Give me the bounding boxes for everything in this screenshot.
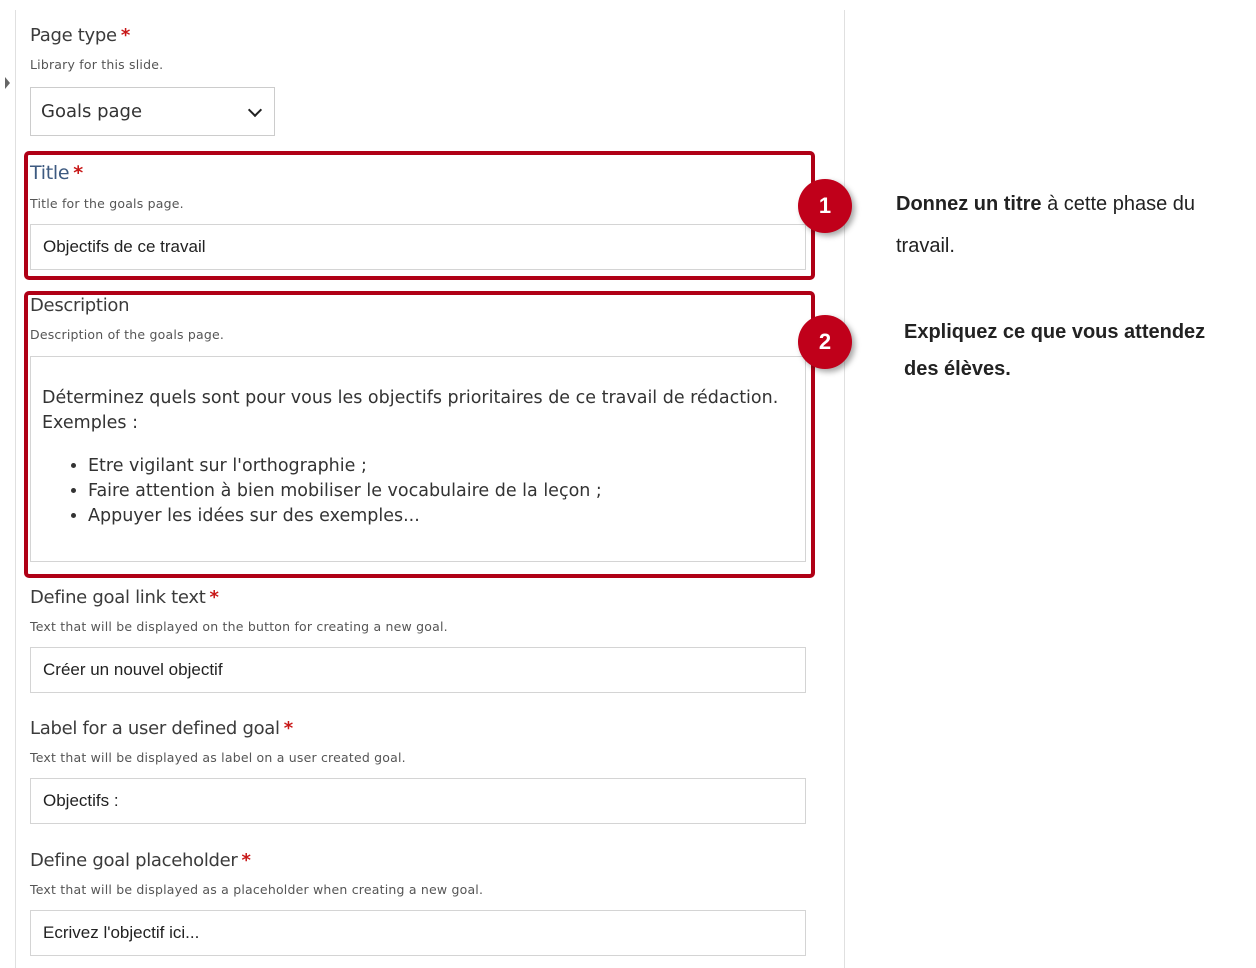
user-goal-label-value: Objectifs : bbox=[43, 791, 119, 810]
required-marker: * bbox=[241, 850, 251, 871]
goal-link-text-label: Define goal link text * bbox=[30, 587, 219, 608]
required-marker: * bbox=[283, 718, 293, 739]
step-1-text-line2: travail. bbox=[896, 235, 955, 257]
page-type-select[interactable]: Goals page bbox=[30, 87, 275, 136]
step-2-text-line2: des élèves. bbox=[904, 358, 1011, 380]
page-type-label: Page type * bbox=[30, 25, 130, 46]
step-2-annotation: Expliquez ce que vous attendez des élève… bbox=[904, 317, 1256, 384]
caret-right-icon[interactable] bbox=[5, 77, 10, 89]
user-goal-label-text: Label for a user defined goal bbox=[30, 718, 280, 739]
goal-placeholder-label-text: Define goal placeholder bbox=[30, 850, 238, 871]
page-type-description: Library for this slide. bbox=[30, 57, 164, 72]
goal-link-text-value: Créer un nouvel objectif bbox=[43, 660, 223, 679]
required-marker: * bbox=[120, 25, 130, 46]
description-highlight-box bbox=[24, 291, 815, 578]
user-goal-label-input[interactable]: Objectifs : bbox=[30, 778, 806, 824]
page-type-selected: Goals page bbox=[41, 101, 143, 122]
step-2-badge: 2 bbox=[798, 315, 852, 369]
required-marker: * bbox=[209, 587, 219, 608]
step-2-text-line1: Expliquez ce que vous attendez bbox=[904, 321, 1206, 343]
user-goal-label-description: Text that will be displayed as label on … bbox=[30, 750, 406, 765]
goal-link-text-label-text: Define goal link text bbox=[30, 587, 206, 608]
goal-placeholder-description: Text that will be displayed as a placeho… bbox=[30, 882, 484, 897]
goal-placeholder-value: Ecrivez l'objectif ici... bbox=[43, 923, 200, 942]
goal-link-text-input[interactable]: Créer un nouvel objectif bbox=[30, 647, 806, 693]
goal-placeholder-label: Define goal placeholder * bbox=[30, 850, 251, 871]
step-1-badge: 1 bbox=[798, 179, 852, 233]
page-type-label-text: Page type bbox=[30, 25, 117, 46]
goal-placeholder-input[interactable]: Ecrivez l'objectif ici... bbox=[30, 910, 806, 956]
chevron-down-icon bbox=[247, 102, 263, 118]
step-1-text: à cette phase du bbox=[1041, 193, 1195, 215]
goal-link-text-description: Text that will be displayed on the butto… bbox=[30, 619, 448, 634]
cropped-top-strip bbox=[0, 0, 1256, 10]
user-goal-label-label: Label for a user defined goal * bbox=[30, 718, 293, 739]
step-1-bold: Donnez un titre bbox=[896, 193, 1042, 215]
step-1-annotation: Donnez un titre à cette phase du travail… bbox=[896, 189, 1256, 261]
title-highlight-box bbox=[24, 151, 815, 280]
